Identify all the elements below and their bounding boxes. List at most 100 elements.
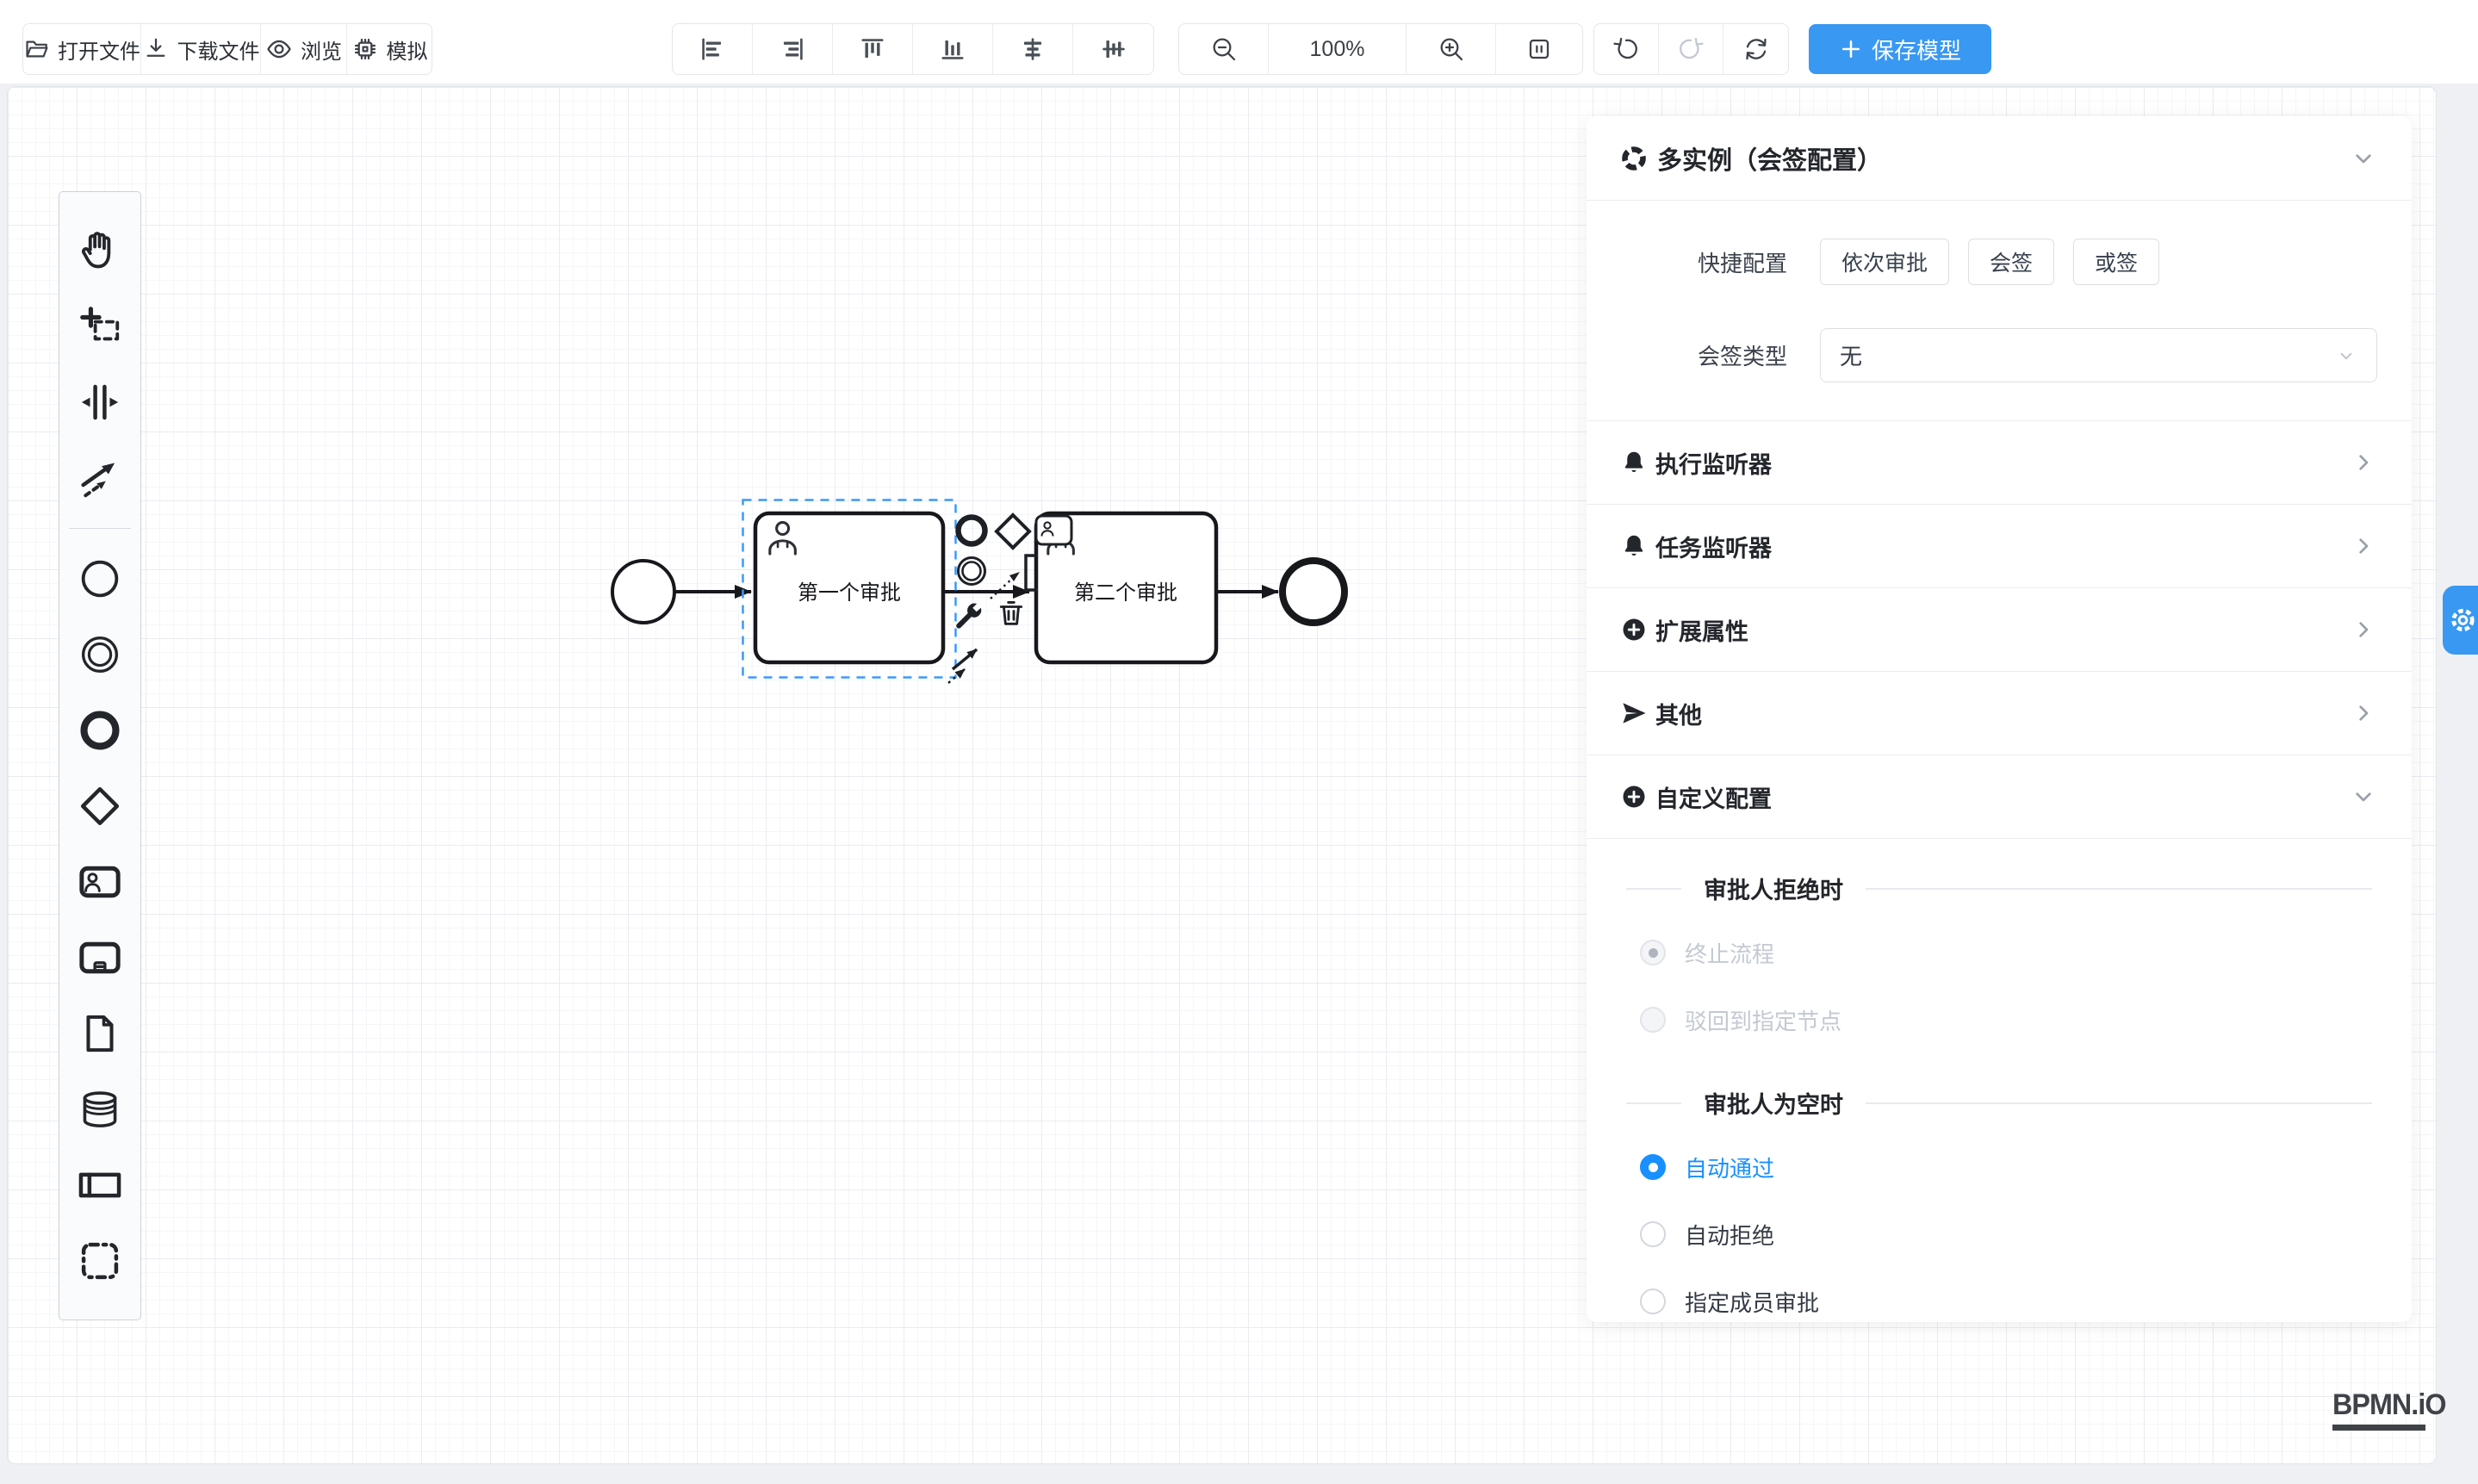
section-label: 任务监听器 [1655,530,1772,563]
divider [1626,1102,1681,1104]
chevron-down-icon [2350,145,2377,172]
create-data-object[interactable] [74,1008,126,1059]
align-center-horizontal-icon [1019,35,1046,63]
quick-option-sequential[interactable]: 依次审批 [1820,239,1949,285]
append-text-annotation-icon[interactable] [1026,556,1038,590]
append-intermediate-event-icon[interactable] [959,558,985,585]
panel-title: 多实例（会签配置） [1657,140,1882,177]
radio-return-to-node: 驳回到指定节点 [1621,986,2377,1053]
radio-auto-reject[interactable]: 自动拒绝 [1621,1201,2377,1268]
align-left-icon [699,35,726,63]
send-icon [1621,700,1647,726]
plus-circle-icon [1621,784,1647,810]
lasso-tool[interactable] [74,301,126,352]
download-file-button[interactable]: 下载文件 [141,24,261,74]
browse-button[interactable]: 浏览 [261,24,347,74]
zoom-in-button[interactable] [1407,24,1496,74]
undo-button[interactable] [1594,24,1659,74]
align-left-button[interactable] [673,24,753,74]
radio-icon [1640,1154,1666,1180]
settings-tab[interactable] [2443,586,2478,655]
section-task-listener[interactable]: 任务监听器 [1621,505,2377,587]
refresh-button[interactable] [1723,24,1788,74]
create-user-task[interactable] [74,856,126,908]
download-file-label: 下载文件 [177,34,260,65]
radio-terminate-process: 终止流程 [1621,919,2377,986]
radio-assign-member[interactable]: 指定成员审批 [1621,1268,2377,1322]
align-tools-group [672,23,1154,75]
zoom-tools-group: 100% [1178,23,1583,75]
redo-button[interactable] [1659,24,1723,74]
global-connect-tool[interactable] [74,452,126,504]
intermediate-event-icon [77,631,123,678]
append-task-icon[interactable] [1036,516,1071,544]
section-label: 自定义配置 [1655,780,1772,814]
zoom-level-value: 100% [1310,37,1365,62]
align-bottom-button[interactable] [913,24,993,74]
chevron-right-icon [2350,449,2377,476]
quick-option-orsign[interactable]: 或签 [2073,239,2159,285]
participant-icon [77,1162,123,1208]
chevron-down-icon [2350,783,2377,810]
radio-icon [1640,940,1666,966]
create-start-event[interactable] [74,553,126,605]
data-store-icon [77,1086,123,1133]
sign-type-select[interactable]: 无 [1820,328,2377,382]
fit-viewport-button[interactable] [1496,24,1582,74]
redo-icon [1677,35,1705,63]
radio-label: 驳回到指定节点 [1685,1004,1841,1036]
space-tool[interactable] [74,376,126,428]
create-subprocess[interactable] [74,932,126,984]
align-center-vertical-button[interactable] [1073,24,1153,74]
start-event-shape[interactable] [612,561,674,623]
section-custom-config[interactable]: 自定义配置 [1621,755,2377,838]
delete-trash-icon[interactable] [1001,602,1021,624]
task1-shape[interactable] [755,513,943,662]
bpmn-io-watermark[interactable]: BPMN.iO [2332,1388,2451,1431]
sign-type-label: 会签类型 [1662,339,1787,371]
toolbar: 打开文件 下载文件 浏览 模拟 [0,0,2478,84]
section-label: 执行监听器 [1655,446,1772,480]
create-group[interactable] [74,1235,126,1287]
divider [1587,838,2412,839]
divider [1626,888,1681,890]
quick-config-row: 快捷配置 依次审批 会签 或签 [1621,239,2377,285]
save-model-button[interactable]: 保存模型 [1809,24,1991,74]
section-execution-listener[interactable]: 执行监听器 [1621,421,2377,504]
align-top-button[interactable] [833,24,913,74]
file-actions-group: 打开文件 下载文件 浏览 模拟 [22,23,432,75]
append-end-event-icon[interactable] [959,518,985,544]
empty-group-title-row: 审批人为空时 [1621,1086,2377,1120]
zoom-out-button[interactable] [1179,24,1269,74]
radio-auto-pass[interactable]: 自动通过 [1621,1133,2377,1201]
bell-icon [1621,533,1647,559]
section-extended-properties[interactable]: 扩展属性 [1621,588,2377,671]
create-intermediate-event[interactable] [74,629,126,680]
sign-type-value: 无 [1840,339,2335,371]
plus-icon [1839,37,1863,61]
align-right-button[interactable] [753,24,833,74]
undo-icon [1612,35,1640,63]
create-end-event[interactable] [74,705,126,756]
align-center-horizontal-button[interactable] [993,24,1073,74]
open-file-button[interactable]: 打开文件 [23,24,141,74]
group-icon [77,1238,123,1284]
palette-separator [69,528,131,529]
create-participant[interactable] [74,1159,126,1211]
quick-option-countersign[interactable]: 会签 [1968,239,2054,285]
empty-group-title: 审批人为空时 [1704,1086,1843,1120]
create-data-store[interactable] [74,1084,126,1135]
lasso-icon [77,303,123,350]
hand-tool[interactable] [74,225,126,276]
gear-icon [2448,605,2478,636]
simulate-button[interactable]: 模拟 [347,24,432,74]
folder-open-icon [23,35,50,63]
create-gateway[interactable] [74,780,126,832]
gateway-icon [77,783,123,829]
cpu-icon [351,35,379,63]
save-model-label: 保存模型 [1872,34,1961,65]
section-other[interactable]: 其他 [1621,672,2377,754]
panel-header[interactable]: 多实例（会签配置） [1621,116,2377,200]
radio-label: 自动通过 [1685,1152,1774,1183]
end-event-shape[interactable] [1282,561,1345,623]
